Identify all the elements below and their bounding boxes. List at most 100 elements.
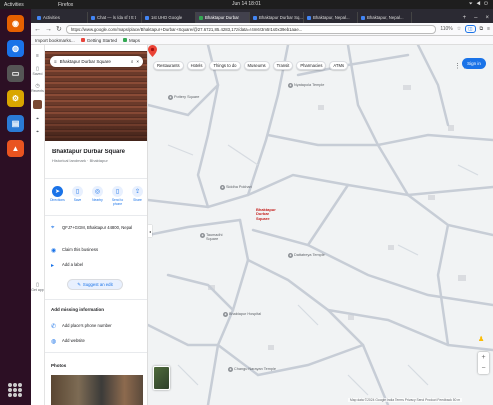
chip-museums[interactable]: Museums (243, 61, 270, 70)
rail-get-app[interactable]: ▯ Get app (31, 282, 43, 292)
app-menu[interactable]: Firefox (58, 2, 98, 8)
tab-favicon-icon (361, 15, 365, 20)
bookmark-item[interactable]: Maps (123, 38, 140, 43)
chip-transit[interactable]: Transit (272, 61, 294, 70)
rail-recents[interactable]: ◷ Recents (31, 83, 44, 93)
show-apps-icon[interactable] (8, 383, 22, 397)
firefox-icon[interactable]: ◉ (7, 15, 24, 32)
browser-tab[interactable]: Activities (34, 12, 88, 23)
chip-hotels[interactable]: Hotels (186, 61, 207, 70)
place-panel: ≡ Bhaktapur Durbar Square ⌕ × Bhaktapur … (45, 45, 148, 405)
reload-icon[interactable]: ↻ (56, 25, 62, 33)
sign-in-button[interactable]: Sign in (462, 58, 486, 69)
files-icon[interactable]: ▤ (7, 115, 24, 132)
pocket-icon[interactable]: ◫ (465, 25, 476, 33)
maps-favicon-icon (199, 15, 203, 20)
close-icon[interactable]: × (136, 59, 139, 64)
bookmark-item[interactable]: Getting Started (80, 37, 118, 43)
chip-things-to-do[interactable]: Things to do (209, 61, 241, 70)
send-to-phone-button[interactable]: ▯ Send to phone (111, 186, 124, 206)
map-poi[interactable]: ◈ Taumadhi Square (200, 233, 230, 242)
forward-icon[interactable]: → (45, 26, 52, 33)
zoom-out-button[interactable]: − (478, 363, 489, 374)
bookmark-item[interactable]: Import bookmarks... (35, 38, 75, 43)
layers-button[interactable] (153, 366, 170, 390)
pin-icon: ⌖ (36, 129, 39, 135)
address-row[interactable]: ⌖ QFJ7+GGM, Bhaktapur 44800, Nepal (51, 225, 143, 232)
chrome-icon[interactable]: ◍ (7, 40, 24, 57)
new-tab-icon[interactable]: + (463, 15, 467, 21)
browser-tab[interactable]: 1st UHD Google (142, 12, 196, 23)
pegman-icon[interactable]: ♟ (478, 335, 484, 343)
tab-label: Bhaktapur, Nepal... (313, 15, 350, 20)
action-buttons: ➤ Directions ▯ Save ◎ Nearby ▯ Send to phone… (50, 186, 144, 206)
recent-thumbnail (33, 100, 42, 109)
search-icon[interactable]: ⌕ (131, 59, 134, 64)
rail-saved[interactable]: ▯ Saved (33, 66, 43, 76)
map-poi[interactable]: ◈ Siddha Pokhari (220, 185, 265, 190)
zoom-level[interactable]: 110% (440, 26, 452, 32)
share-icon: ⇪ (132, 186, 143, 197)
phone-icon: ✆ (51, 324, 57, 330)
poi-icon: ◈ (220, 185, 225, 190)
close-window-icon[interactable]: × (485, 15, 489, 21)
chip-atms[interactable]: ATMs (329, 61, 349, 70)
system-tray[interactable]: ⏷ ◀ ⏻ (469, 1, 489, 7)
add-website-row[interactable]: ◍ Add website (51, 338, 143, 345)
selected-place-pin-icon[interactable] (148, 45, 157, 57)
save-button[interactable]: ▯ Save (71, 186, 84, 206)
back-icon[interactable]: ← (34, 26, 41, 33)
add-phone-row[interactable]: ✆ Add place's phone number (51, 323, 143, 330)
bookmark-favicon-icon (123, 38, 128, 42)
collapse-panel-button[interactable]: ◂ (148, 225, 152, 237)
pencil-icon: ✎ (77, 281, 81, 287)
rail-menu[interactable]: ≡ (36, 53, 39, 59)
rail-recent-place[interactable] (33, 100, 42, 109)
nearby-button[interactable]: ◎ Nearby (91, 186, 104, 206)
menu-icon[interactable]: ≡ (487, 26, 490, 32)
tab-label: Chat — ls /da sf t tt t (97, 15, 136, 20)
hamburger-icon: ≡ (36, 53, 39, 59)
map-canvas[interactable]: Restaurants Hotels Things to do Museums … (148, 45, 493, 405)
activities-button[interactable]: Activities (4, 2, 54, 8)
browser-tab[interactable]: Bhaktapur, Nepal... (358, 12, 412, 23)
software-icon[interactable]: ▲ (7, 140, 24, 157)
poi-icon: ◈ (288, 83, 293, 88)
system-clock[interactable]: Jun 14 18:01 (232, 1, 261, 7)
tab-favicon-icon (37, 15, 41, 20)
map-poi[interactable]: ◈ Nyatapola Temple (288, 83, 324, 88)
chip-pharmacies[interactable]: Pharmacies (296, 61, 327, 70)
place-title: Bhaktapur Durbar Square (52, 149, 126, 155)
browser-tab[interactable]: Chat — ls /da sf t tt t (88, 12, 142, 23)
bookmark-star-icon[interactable]: ☆ (457, 26, 461, 32)
search-input[interactable]: Bhaktapur Durbar Square (60, 59, 128, 64)
extensions-icon[interactable]: ⧉ (480, 26, 484, 32)
map-poi[interactable]: ◈ Pottery Square (168, 95, 199, 100)
pin-label[interactable]: Bhaktapur Durbar Square (256, 207, 276, 221)
photos-strip[interactable] (51, 375, 143, 405)
map-poi[interactable]: ◈ Dattatreya Temple (288, 253, 325, 258)
map-poi[interactable]: ◈ Changu Narayan Temple (228, 367, 276, 372)
poi-icon: ◈ (200, 233, 205, 238)
search-box[interactable]: ≡ Bhaktapur Durbar Square ⌕ × (50, 56, 143, 67)
settings-icon[interactable]: ⚙ (7, 90, 24, 107)
rail-recent-place[interactable]: ⌖ (36, 129, 39, 135)
url-bar[interactable]: https://www.google.com/maps/place/Bhakta… (65, 24, 437, 34)
terminal-icon[interactable]: ▭ (7, 65, 24, 82)
browser-tab-active[interactable]: Bhaktapur Durbar (196, 12, 250, 23)
zoom-in-button[interactable]: + (478, 352, 489, 363)
suggest-edit-button[interactable]: ✎ Suggest an edit (67, 279, 123, 290)
rail-recent-place[interactable]: ⌖ (36, 116, 39, 122)
minimize-icon[interactable]: – (474, 15, 477, 21)
browser-tab[interactable]: Bhaktapur, Nepal... (304, 12, 358, 23)
share-button[interactable]: ⇪ Share (131, 186, 144, 206)
tab-bar: Activities Chat — ls /da sf t tt t 1st U… (31, 9, 493, 23)
directions-button[interactable]: ➤ Directions (50, 186, 65, 206)
bookmark-label: Getting Started (86, 37, 118, 43)
browser-tab[interactable]: Bhaktapur Durbar Sq... (250, 12, 304, 23)
chip-restaurants[interactable]: Restaurants (153, 61, 184, 70)
add-label-row[interactable]: ▸ Add a label (51, 262, 143, 269)
claim-business-row[interactable]: ◉ Claim this business (51, 247, 143, 254)
map-poi[interactable]: ◈ Bhaktapur Hospital (223, 312, 261, 317)
menu-icon[interactable]: ≡ (54, 59, 57, 64)
